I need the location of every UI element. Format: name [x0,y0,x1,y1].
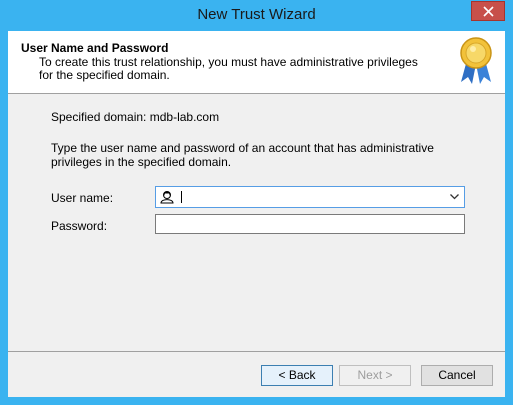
next-button[interactable]: Next > [339,365,411,386]
password-field[interactable] [155,214,465,234]
user-name-label: User name: [51,191,114,205]
wizard-window: New Trust Wizard User Name and Password … [0,0,513,405]
user-icon [160,191,174,204]
chevron-down-icon[interactable] [450,194,459,200]
specified-domain-text: Specified domain: mdb-lab.com [51,110,220,124]
password-label: Password: [51,219,108,233]
close-button[interactable] [471,1,505,21]
title-bar[interactable]: New Trust Wizard [0,0,513,31]
close-icon [483,6,494,17]
award-medal-icon [460,37,492,84]
cancel-button[interactable]: Cancel [421,365,493,386]
footer-divider [8,351,505,352]
text-caret [181,191,182,203]
instructions-text: Type the user name and password of an ac… [51,141,434,169]
back-button[interactable]: < Back [261,365,333,386]
dialog-client-area: User Name and Password To create this tr… [8,31,505,397]
page-description: To create this trust relationship, you m… [39,55,418,82]
page-title: User Name and Password [21,41,169,55]
user-name-combobox[interactable] [155,186,465,208]
wizard-header: User Name and Password To create this tr… [8,31,505,94]
window-title: New Trust Wizard [197,6,316,23]
